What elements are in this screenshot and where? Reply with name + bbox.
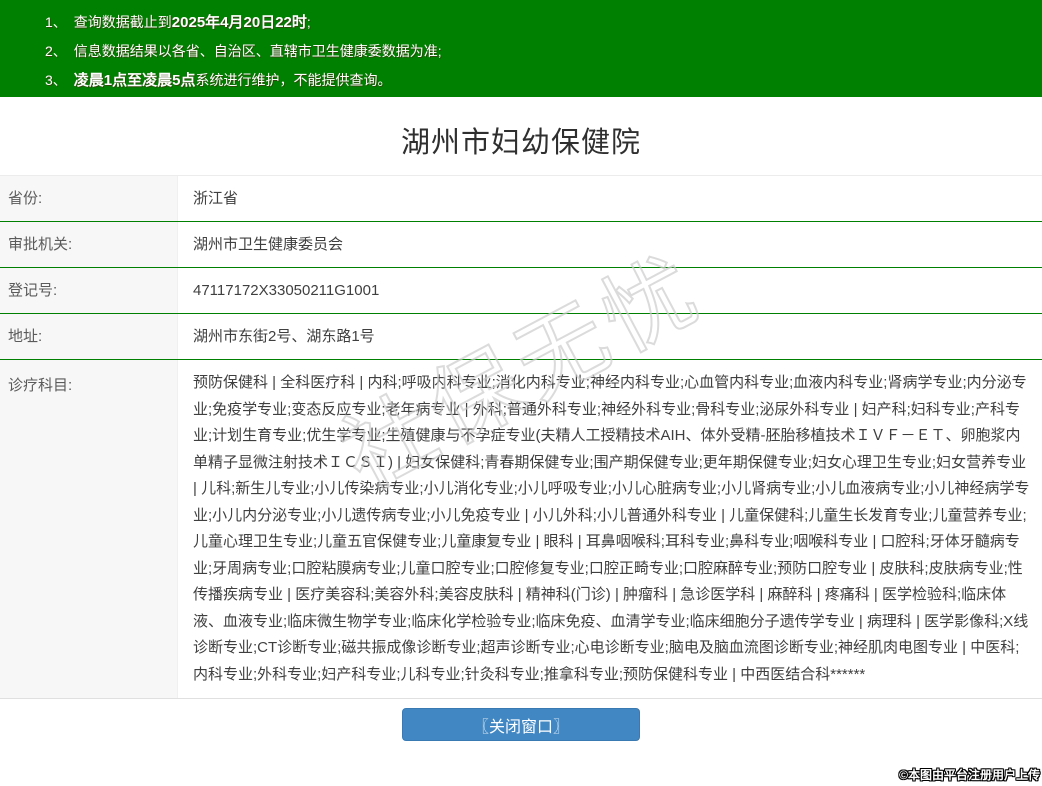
notice-text: 系统进行维护，不能提供查询。 (195, 72, 392, 88)
close-window-button[interactable]: 〖关闭窗口〗 (402, 708, 640, 741)
row-value: 浙江省 (193, 190, 239, 207)
notice-text: 信息数据结果以各省、自治区、直辖市卫生健康委数据为准; (73, 43, 442, 59)
row-label: 登记号: (0, 268, 178, 313)
notice-number: 2、 (45, 43, 67, 59)
notice-number: 1、 (45, 14, 67, 30)
notice-bold-text: 2025年4月20日22时 (171, 14, 307, 31)
info-table: 省份: 浙江省 审批机关: 湖州市卫生健康委员会 登记号: 47117172X3… (0, 175, 1042, 699)
table-row-approval-authority: 审批机关: 湖州市卫生健康委员会 (0, 222, 1042, 268)
table-row-registration-number: 登记号: 47117172X33050211G1001 (0, 268, 1042, 314)
row-value: 湖州市东街2号、湖东路1号 (193, 328, 375, 345)
notice-bar: 1、 查询数据截止到2025年4月20日22时; 2、 信息数据结果以各省、自治区、… (0, 0, 1042, 97)
table-row-medical-subjects: 诊疗科目: 预防保健科 | 全科医疗科 | 内科;呼吸内科专业;消化内科专业;神… (0, 360, 1042, 698)
notice-bold-text: 凌晨1点至凌晨5点 (73, 72, 196, 89)
page: 1、 查询数据截止到2025年4月20日22时; 2、 信息数据结果以各省、自治区、… (0, 0, 1042, 786)
row-value: 湖州市卫生健康委员会 (193, 236, 344, 253)
button-area: 〖关闭窗口〗 (0, 699, 1042, 741)
notice-text: ; (306, 14, 311, 30)
notice-line-1: 1、 查询数据截止到2025年4月20日22时; (45, 8, 1042, 37)
row-label: 地址: (0, 314, 178, 359)
notice-line-2: 2、 信息数据结果以各省、自治区、直辖市卫生健康委数据为准; (45, 37, 1042, 66)
row-label: 审批机关: (0, 222, 178, 267)
notice-text: 查询数据截止到 (73, 14, 172, 30)
notice-number: 3、 (45, 72, 67, 88)
row-label: 诊疗科目: (0, 360, 178, 698)
table-row-address: 地址: 湖州市东街2号、湖东路1号 (0, 314, 1042, 360)
row-value: 预防保健科 | 全科医疗科 | 内科;呼吸内科专业;消化内科专业;神经内科专业;… (193, 374, 1030, 683)
page-title: 湖州市妇幼保健院 (400, 127, 641, 159)
notice-line-3: 3、 凌晨1点至凌晨5点系统进行维护，不能提供查询。 (45, 66, 1042, 95)
upload-credit: ©本图由平台注册用户上传 (899, 768, 1040, 782)
row-label: 省份: (0, 176, 178, 221)
row-value: 47117172X33050211G1001 (193, 282, 380, 299)
table-row-province: 省份: 浙江省 (0, 176, 1042, 222)
